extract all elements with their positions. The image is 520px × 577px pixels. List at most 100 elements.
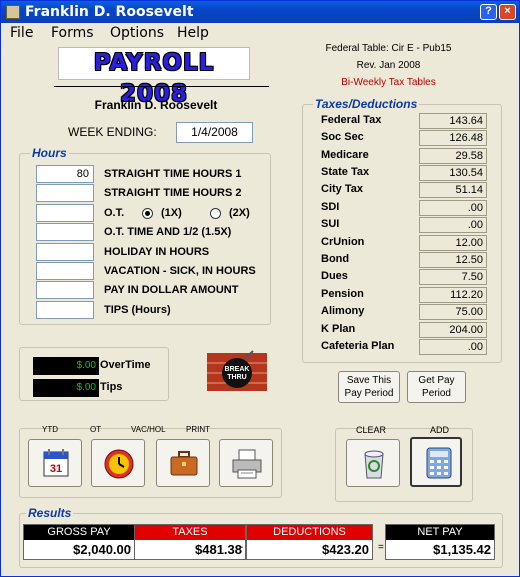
dues-label: Dues xyxy=(321,270,348,282)
holiday-label: HOLIDAY IN HOURS xyxy=(104,246,210,258)
taxes-total-box: TAXES $481.38 xyxy=(134,524,246,560)
svg-text:THRU: THRU xyxy=(227,374,246,381)
tips-label: Tips xyxy=(100,381,123,393)
clear-caption: CLEAR xyxy=(356,425,387,435)
bond-label: Bond xyxy=(321,253,350,265)
counters-group: $.00 OverTime $.00 Tips xyxy=(19,347,169,401)
ot-time-half-label: O.T. TIME AND 1/2 (1.5X) xyxy=(104,226,232,238)
pension-label: Pension xyxy=(321,288,364,300)
close-button[interactable]: × xyxy=(499,4,516,20)
svg-text:BREAK: BREAK xyxy=(225,366,250,373)
deductions-total-value: $423.20 xyxy=(322,542,369,557)
vac-hol-button[interactable] xyxy=(156,439,210,487)
menu-help[interactable]: Help xyxy=(177,25,209,41)
holiday-input[interactable] xyxy=(36,243,94,261)
medicare-value: 29.58 xyxy=(419,148,487,164)
help-button[interactable]: ? xyxy=(480,4,497,20)
get-pay-period-button[interactable]: Get Pay Period xyxy=(407,371,466,403)
ot-2x-radio[interactable] xyxy=(210,208,221,219)
menu-bar: File Forms Options Help xyxy=(1,23,519,43)
minus-operator: - xyxy=(128,542,132,553)
ot-1x-radio[interactable] xyxy=(142,208,153,219)
pension-value: 112.20 xyxy=(419,287,487,303)
payroll-window: Franklin D. Roosevelt ? × File Forms Opt… xyxy=(0,0,520,577)
taxes-total-value: $481.38 xyxy=(195,542,242,557)
ot-1x-label: (1X) xyxy=(161,207,182,219)
alimony-value: 75.00 xyxy=(419,304,487,320)
straight-time-2-input[interactable] xyxy=(36,184,94,202)
app-icon xyxy=(6,5,20,19)
menu-options[interactable]: Options xyxy=(110,25,164,41)
gross-pay-value: $2,040.00 xyxy=(73,542,131,557)
calculator-icon xyxy=(426,447,452,479)
menu-forms[interactable]: Forms xyxy=(51,25,94,41)
ot-time-half-input[interactable] xyxy=(36,223,94,241)
net-pay-box: NET PAY $1,135.42 xyxy=(385,524,495,560)
ot-2x-label: (2X) xyxy=(229,207,250,219)
city-tax-label: City Tax xyxy=(321,183,363,195)
overtime-display: $.00 xyxy=(33,357,99,375)
state-tax-value: 130.54 xyxy=(419,165,487,181)
hours-group-title: Hours xyxy=(30,146,69,160)
k-plan-value: 204.00 xyxy=(419,322,487,338)
revision-label: Rev. Jan 2008 xyxy=(356,60,421,71)
vacation-sick-input[interactable] xyxy=(36,262,94,280)
ot-label: O.T. xyxy=(104,207,125,219)
printer-icon xyxy=(232,449,262,479)
results-title: Results xyxy=(26,506,74,520)
divider xyxy=(54,86,269,87)
cafeteria-plan-label: Cafeteria Plan xyxy=(321,340,395,352)
gross-pay-label: GROSS PAY xyxy=(24,525,134,540)
cafeteria-plan-value: .00 xyxy=(419,339,487,355)
crunion-label: CrUnion xyxy=(321,236,365,248)
ot-button[interactable] xyxy=(91,439,145,487)
crunion-value: 12.00 xyxy=(419,235,487,251)
straight-time-1-label: STRAIGHT TIME HOURS 1 xyxy=(104,168,242,180)
briefcase-icon xyxy=(170,451,198,476)
federal-tax-label: Federal Tax xyxy=(321,114,382,126)
vac-hol-caption: VAC/HOL xyxy=(131,425,166,434)
hours-group: Hours 80 STRAIGHT TIME HOURS 1 STRAIGHT … xyxy=(19,146,271,325)
federal-tax-value: 143.64 xyxy=(419,113,487,129)
pay-dollar-input[interactable] xyxy=(36,281,94,299)
week-ending-input[interactable]: 1/4/2008 xyxy=(176,122,253,143)
recycle-bin-icon xyxy=(364,450,384,479)
ot-input[interactable] xyxy=(36,204,94,222)
add-button[interactable] xyxy=(410,437,462,487)
sdi-label: SDI xyxy=(321,201,340,213)
ot-caption: OT xyxy=(90,425,102,434)
city-tax-value: 51.14 xyxy=(419,182,487,198)
taxes-total-label: TAXES xyxy=(135,525,245,540)
pay-dollar-label: PAY IN DOLLAR AMOUNT xyxy=(104,284,239,296)
tips-hours-input[interactable] xyxy=(36,301,94,319)
tips-display: $.00 xyxy=(33,379,99,397)
svg-text:31: 31 xyxy=(50,463,62,475)
net-pay-value: $1,135.42 xyxy=(433,542,491,557)
save-pay-period-button[interactable]: Save This Pay Period xyxy=(338,371,400,403)
bond-value: 12.50 xyxy=(419,252,487,268)
print-button[interactable] xyxy=(219,439,273,487)
sui-label: SUI xyxy=(321,218,340,230)
alimony-label: Alimony xyxy=(321,305,365,317)
ytd-button[interactable]: 31 xyxy=(28,439,82,487)
menu-file[interactable]: File xyxy=(10,25,33,41)
overtime-label: OverTime xyxy=(100,359,151,371)
print-caption: PRINT xyxy=(186,425,210,434)
deductions-total-label: DEDUCTIONS xyxy=(247,525,372,540)
state-tax-label: State Tax xyxy=(321,166,370,178)
clock-icon xyxy=(104,449,134,479)
soc-sec-value: 126.48 xyxy=(419,130,487,146)
break-thru-logo: BREAK THRU xyxy=(207,350,267,391)
deductions-total-box: DEDUCTIONS $423.20 xyxy=(246,524,373,560)
taxes-group-title: Taxes/Deductions xyxy=(313,97,420,111)
k-plan-label: K Plan xyxy=(321,323,356,335)
sdi-value: .00 xyxy=(419,200,487,216)
net-pay-label: NET PAY xyxy=(386,525,494,540)
clear-button[interactable] xyxy=(346,439,400,487)
employee-name: Franklin D. Roosevelt xyxy=(94,98,218,112)
add-caption: ADD xyxy=(430,425,450,435)
title-bar[interactable]: Franklin D. Roosevelt ? × xyxy=(1,1,519,23)
straight-time-1-input[interactable]: 80 xyxy=(36,165,94,183)
straight-time-2-label: STRAIGHT TIME HOURS 2 xyxy=(104,187,242,199)
ytd-caption: YTD xyxy=(42,425,58,434)
